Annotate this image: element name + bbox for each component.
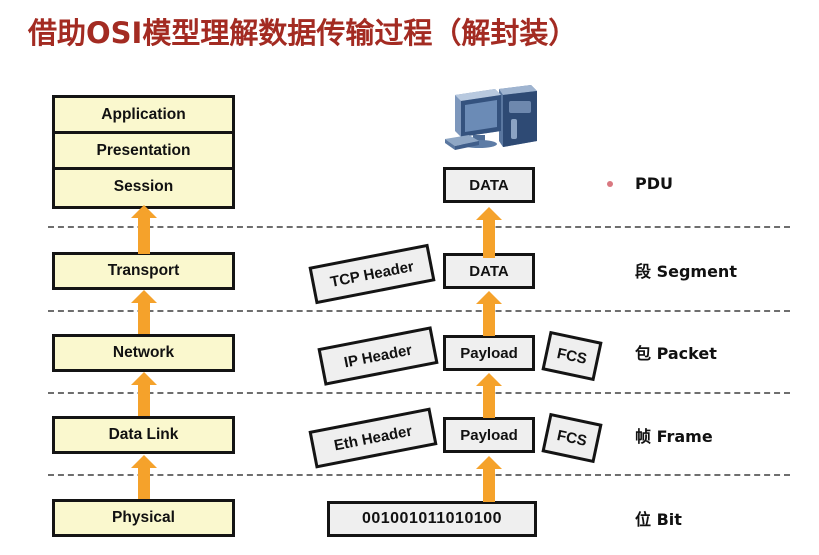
- unit-frame-payload[interactable]: Payload: [443, 417, 535, 453]
- osi-layer-datalink[interactable]: Data Link: [52, 416, 235, 454]
- divider-segment-packet: [48, 310, 790, 312]
- unit-tcp-header[interactable]: TCP Header: [308, 243, 436, 305]
- right-label-frame: 帧 Frame: [635, 427, 713, 446]
- right-label-segment: 段 Segment: [635, 262, 737, 281]
- desktop-computer-icon: [443, 83, 547, 155]
- divider-pdu-segment: [48, 226, 790, 228]
- osi-upper-layers-group: Application Presentation Session: [52, 95, 235, 209]
- osi-layer-presentation[interactable]: Presentation: [55, 134, 232, 170]
- divider-frame-bit: [48, 474, 790, 476]
- unit-ip-header[interactable]: IP Header: [317, 326, 439, 386]
- unit-segment-data[interactable]: DATA: [443, 253, 535, 289]
- right-label-bit: 位 Bit: [635, 510, 682, 529]
- arrow-up-frame-to-packet: [476, 373, 502, 418]
- arrow-up-network-from-datalink: [131, 372, 157, 416]
- unit-bitstream[interactable]: 001001011010100: [327, 501, 537, 537]
- unit-frame-fcs[interactable]: FCS: [541, 412, 603, 464]
- arrow-up-data-to-pdu: [476, 207, 502, 258]
- arrow-up-session-from-transport: [131, 205, 157, 254]
- unit-eth-header[interactable]: Eth Header: [308, 407, 438, 469]
- osi-layer-physical[interactable]: Physical: [52, 499, 235, 537]
- arrow-up-packet-to-segment: [476, 291, 502, 336]
- osi-layer-session[interactable]: Session: [55, 170, 232, 206]
- osi-layer-network[interactable]: Network: [52, 334, 235, 372]
- arrow-up-transport-from-network: [131, 290, 157, 334]
- osi-layer-application[interactable]: Application: [55, 98, 232, 134]
- arrow-up-bit-to-frame: [476, 456, 502, 502]
- page-title: 借助OSI模型理解数据传输过程（解封装）: [28, 16, 578, 50]
- right-label-pdu: PDU: [635, 174, 673, 193]
- arrow-up-datalink-from-physical: [131, 455, 157, 499]
- unit-packet-fcs[interactable]: FCS: [541, 330, 603, 382]
- osi-layer-transport[interactable]: Transport: [52, 252, 235, 290]
- divider-packet-frame: [48, 392, 790, 394]
- red-dot-marker: [607, 181, 613, 187]
- unit-pdu-data[interactable]: DATA: [443, 167, 535, 203]
- diagram-canvas: 借助OSI模型理解数据传输过程（解封装） Application Present…: [0, 0, 819, 555]
- right-label-packet: 包 Packet: [635, 344, 717, 363]
- unit-packet-payload[interactable]: Payload: [443, 335, 535, 371]
